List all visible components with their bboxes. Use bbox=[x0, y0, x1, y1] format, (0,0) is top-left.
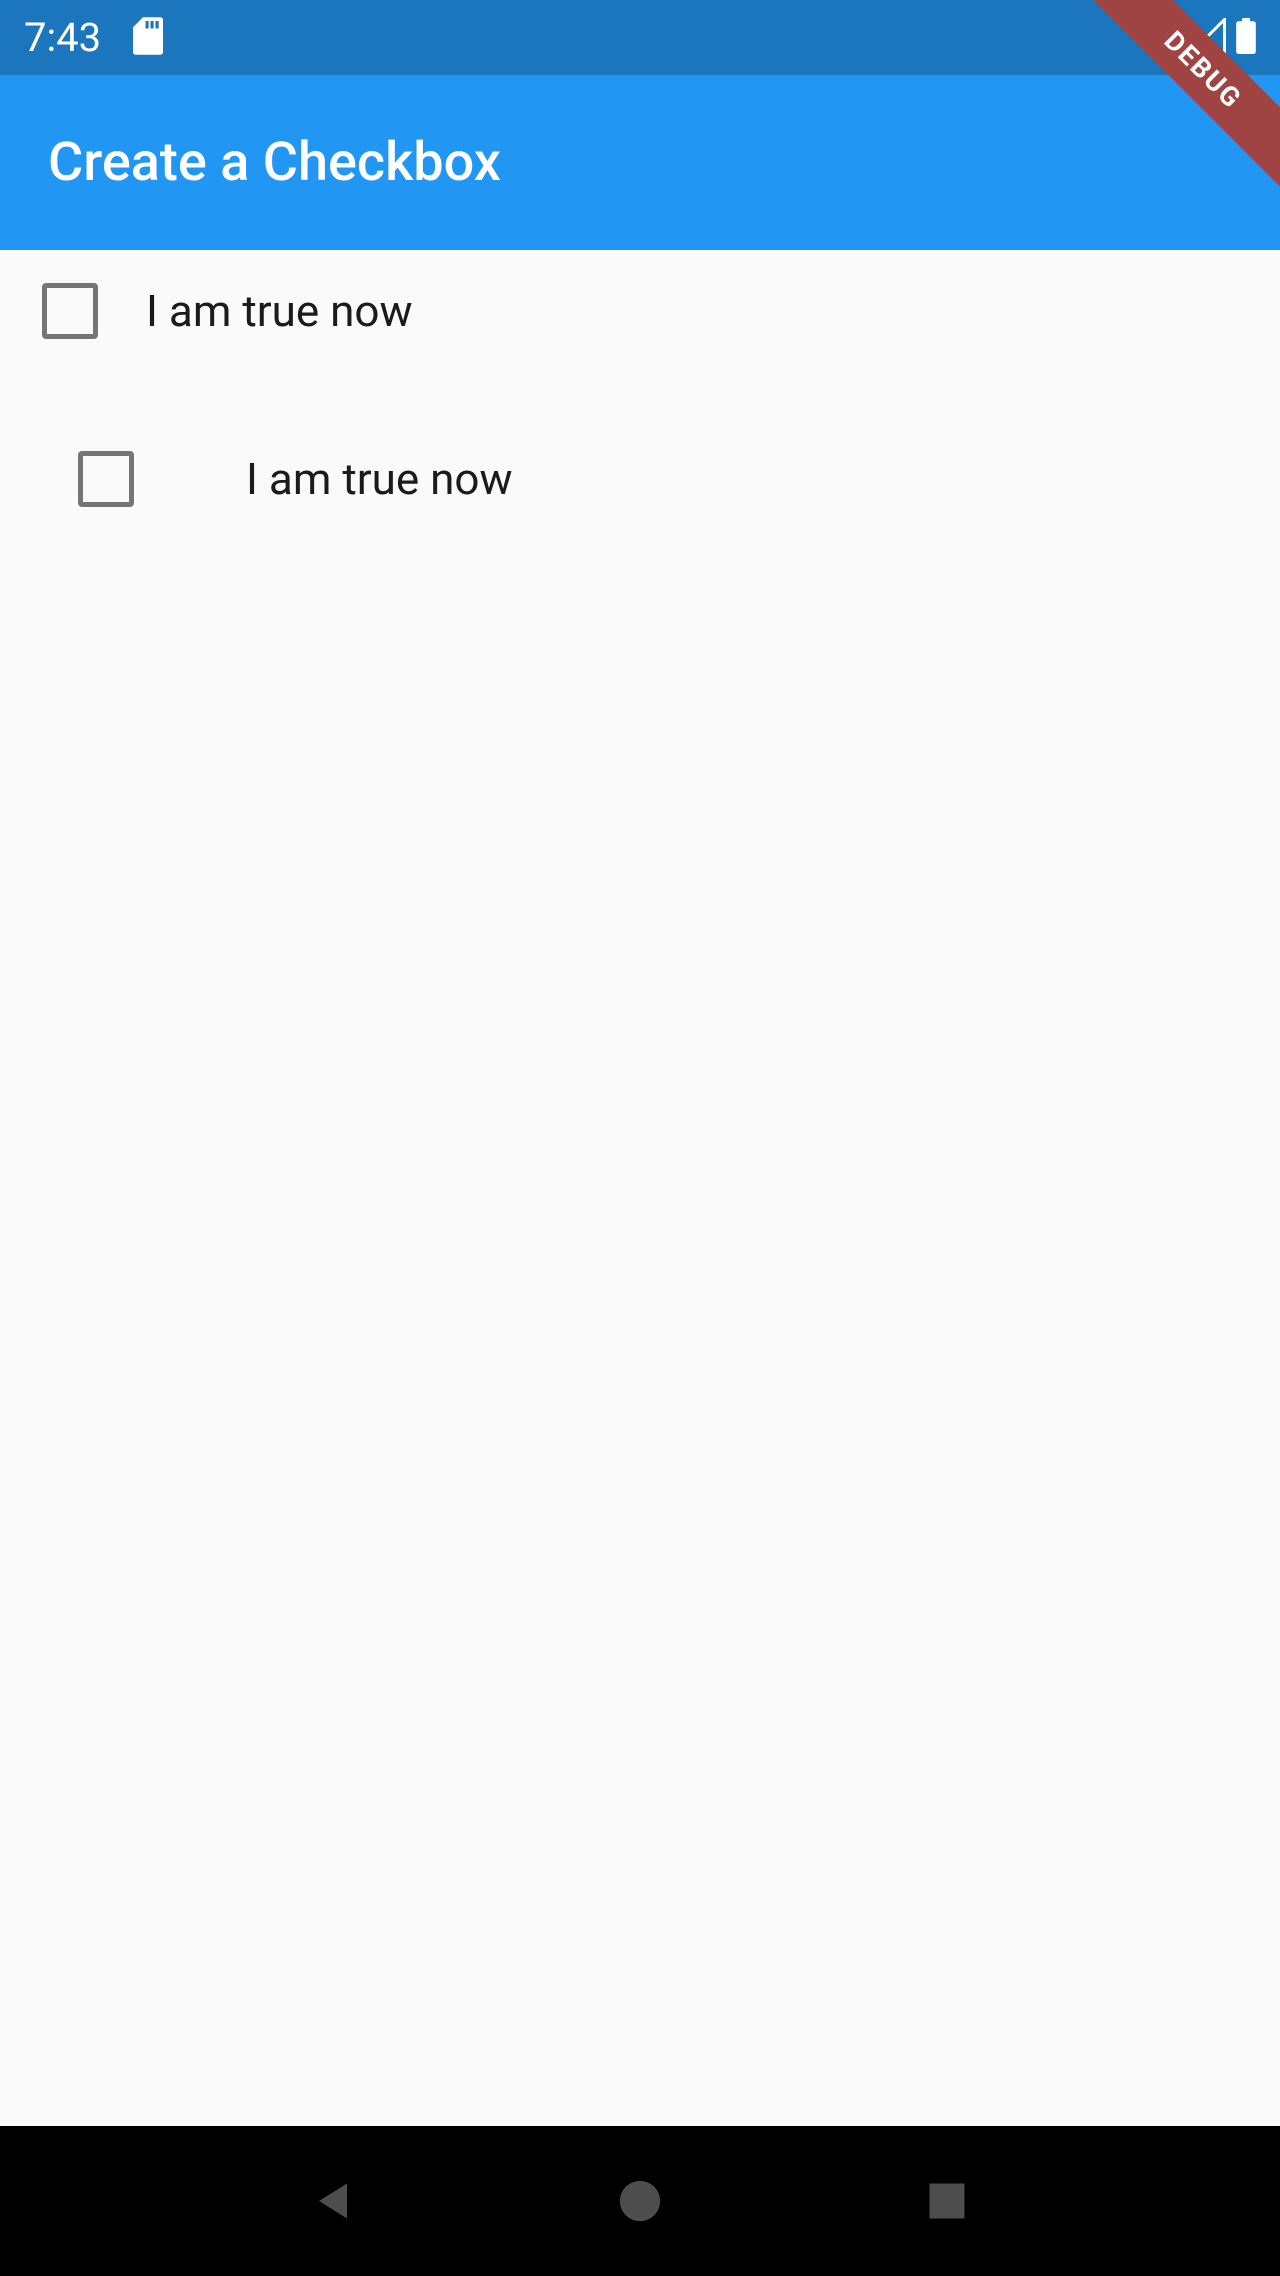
nav-back-button[interactable] bbox=[312, 2180, 354, 2222]
battery-icon bbox=[1236, 18, 1256, 58]
checkbox-row-2[interactable]: I am true now bbox=[0, 339, 1280, 507]
status-time: 7:43 bbox=[24, 14, 101, 61]
status-right bbox=[1142, 18, 1256, 58]
app-bar: Create a Checkbox bbox=[0, 75, 1280, 250]
app-title: Create a Checkbox bbox=[48, 131, 501, 194]
signal-icon bbox=[1190, 18, 1226, 58]
checkbox-2[interactable] bbox=[78, 451, 134, 507]
sd-card-icon bbox=[133, 17, 163, 59]
nav-bar bbox=[0, 2126, 1280, 2276]
status-left: 7:43 bbox=[24, 14, 163, 61]
content: I am true now I am true now bbox=[0, 250, 1280, 2126]
checkbox-2-label: I am true now bbox=[246, 453, 513, 505]
checkbox-row-1[interactable]: I am true now bbox=[0, 250, 1280, 339]
checkbox-1-label: I am true now bbox=[146, 285, 413, 337]
wifi-icon bbox=[1142, 20, 1180, 56]
nav-home-button[interactable] bbox=[618, 2179, 662, 2223]
nav-recent-button[interactable] bbox=[926, 2180, 968, 2222]
status-bar: 7:43 bbox=[0, 0, 1280, 75]
checkbox-1[interactable] bbox=[42, 283, 98, 339]
